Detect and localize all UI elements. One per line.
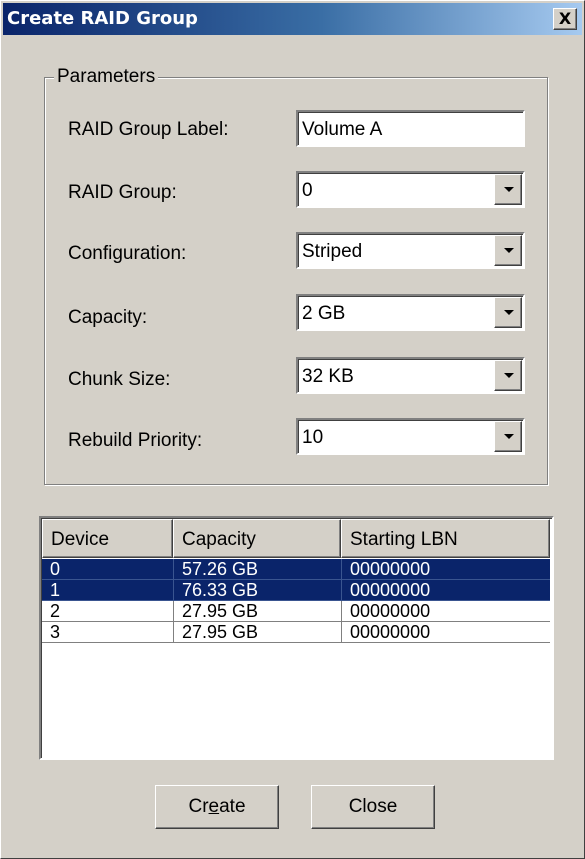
configuration-dropdown-button[interactable] [494,235,522,266]
capacity-label: Capacity: [68,307,148,328]
column-separator [173,580,174,601]
close-window-button[interactable]: X [553,8,577,30]
title-bar[interactable]: Create RAID Group X [3,3,582,35]
table-row[interactable]: 0 57.26 GB 00000000 [42,559,550,580]
column-header-capacity-label: Capacity [182,529,256,550]
rebuild-priority-dropdown[interactable]: 10 [296,418,525,455]
row-gridline [42,642,550,643]
lbn-cell: 00000000 [350,601,431,621]
raid-group-label-input[interactable]: Volume A [296,110,525,147]
device-cell: 1 [50,580,61,600]
lbn-cell: 00000000 [350,622,431,642]
capacity-cell: 76.33 GB [182,580,259,600]
capacity-cell: 27.95 GB [182,622,259,642]
device-list[interactable]: Device Capacity Starting LBN 0 57.26 GB … [39,516,554,760]
chevron-down-icon [504,310,514,315]
close-button[interactable]: Close [311,785,435,829]
column-header-starting-lbn-label: Starting LBN [350,529,458,550]
column-header-device-label: Device [51,529,110,550]
column-separator [341,559,342,580]
raid-group-label-label: RAID Group Label: [68,119,229,140]
create-button-label-pre: Cr [188,796,209,817]
capacity-cell: 57.26 GB [182,559,259,579]
close-icon: X [558,9,572,28]
column-separator [173,559,174,580]
rebuild-priority-label: Rebuild Priority: [68,430,203,451]
chevron-down-icon [504,248,514,253]
chunk-size-dropdown[interactable]: 32 KB [296,357,525,394]
column-separator [341,601,342,622]
lbn-cell: 00000000 [350,580,431,600]
raid-group-label: RAID Group: [68,182,177,203]
lbn-cell: 00000000 [350,559,431,579]
chevron-down-icon [504,434,514,439]
column-separator [341,622,342,643]
rebuild-priority-dropdown-button[interactable] [494,421,522,452]
create-button-label-post: ate [219,796,246,817]
close-button-label: Close [348,796,398,817]
device-cell: 3 [50,622,61,642]
device-cell: 0 [50,559,61,579]
configuration-label: Configuration: [68,243,187,264]
create-button-mnemonic: e [208,796,220,817]
table-row[interactable]: 3 27.95 GB 00000000 [42,622,550,643]
chevron-down-icon [504,373,514,378]
create-button[interactable]: Create [155,785,279,829]
capacity-dropdown[interactable]: 2 GB [296,294,525,331]
chunk-size-dropdown-button[interactable] [494,360,522,391]
column-separator [173,601,174,622]
chevron-down-icon [504,187,514,192]
device-cell: 2 [50,601,61,621]
column-header-starting-lbn[interactable]: Starting LBN [341,519,550,558]
configuration-value: Striped [302,241,363,262]
chunk-size-value: 32 KB [302,366,354,387]
column-header-device[interactable]: Device [42,519,173,558]
configuration-dropdown[interactable]: Striped [296,232,525,269]
raid-group-dropdown[interactable]: 0 [296,171,525,208]
raid-group-dropdown-button[interactable] [494,174,522,205]
table-row[interactable]: 1 76.33 GB 00000000 [42,580,550,601]
rebuild-priority-value: 10 [302,427,324,448]
raid-group-value: 0 [302,180,313,201]
parameters-legend: Parameters [54,66,159,88]
capacity-cell: 27.95 GB [182,601,259,621]
column-header-capacity[interactable]: Capacity [173,519,341,558]
table-row[interactable]: 2 27.95 GB 00000000 [42,601,550,622]
capacity-dropdown-button[interactable] [494,297,522,328]
capacity-value: 2 GB [302,303,346,324]
window-title: Create RAID Group [7,8,198,29]
chunk-size-label: Chunk Size: [68,369,171,390]
column-separator [341,580,342,601]
column-separator [173,622,174,643]
raid-group-label-value: Volume A [302,119,383,140]
